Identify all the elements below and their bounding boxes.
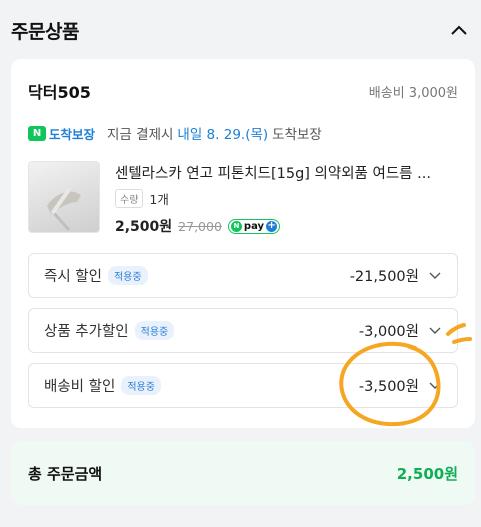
delivery-guarantee-logo: N 도착보장: [28, 124, 95, 143]
order-card: 닥터505 배송비 3,000원 N 도착보장 지금 결제시 내일 8. 29.…: [11, 59, 475, 428]
chevron-up-icon[interactable]: [448, 19, 470, 41]
page-title: 주문상품: [11, 20, 79, 43]
original-price: 27,000: [178, 218, 222, 234]
applied-badge: 적용중: [107, 266, 148, 285]
total-label: 총 주문금액: [28, 464, 103, 483]
npay-label: pay: [243, 220, 265, 232]
plus-icon: +: [266, 220, 278, 232]
quantity-row: 수량 1개: [115, 189, 169, 208]
npay-n-icon: N: [230, 220, 242, 232]
quantity-badge: 수량: [115, 189, 144, 208]
naver-n-icon: N: [28, 125, 46, 141]
total-order-amount: 총 주문금액 2,500원: [11, 441, 475, 505]
product-thumbnail[interactable]: [28, 161, 100, 233]
order-products-header[interactable]: 주문상품: [0, 0, 481, 60]
total-amount: 2,500원: [396, 464, 458, 483]
chevron-down-icon[interactable]: [429, 272, 441, 280]
applied-badge: 적용중: [121, 376, 161, 395]
discount-label: 배송비 할인: [44, 379, 116, 395]
delivery-date: 내일 8. 29.(목): [177, 127, 269, 143]
quantity-value: 1개: [149, 192, 169, 207]
discount-row-shipping[interactable]: 배송비 할인 적용중 -3,500원: [28, 363, 458, 408]
delivery-text: 지금 결제시: [107, 127, 174, 143]
applied-badge: 적용중: [134, 321, 175, 340]
chevron-down-icon[interactable]: [429, 327, 441, 335]
delivery-guarantee: N 도착보장 지금 결제시 내일 8. 29.(목) 도착보장: [28, 123, 326, 143]
product-name[interactable]: 센텔라스카 연고 피톤치드[15g] 의약외품 여드름 ...: [115, 162, 460, 183]
store-name: 닥터505: [28, 83, 91, 102]
discount-amount: -21,500원: [349, 269, 419, 285]
product-item: 센텔라스카 연고 피톤치드[15g] 의약외품 여드름 ... 수량 1개 2,…: [28, 161, 458, 235]
price-row: 2,500원 27,000 N pay +: [115, 216, 281, 236]
discount-amount: -3,000원: [358, 324, 419, 340]
discount-row-extra[interactable]: 상품 추가할인 적용중 -3,000원: [28, 308, 458, 353]
discount-label: 즉시 할인: [44, 269, 102, 285]
delivery-guarantee-logo-label: 도착보장: [49, 126, 96, 142]
store-row: 닥터505 배송비 3,000원: [28, 79, 458, 103]
shipping-fee: 배송비 3,000원: [368, 85, 458, 101]
discount-label: 상품 추가할인: [44, 324, 129, 340]
discount-amount: -3,500원: [358, 379, 419, 395]
chevron-down-icon[interactable]: [429, 382, 441, 390]
delivery-suffix: 도착보장: [272, 127, 322, 143]
discount-row-instant[interactable]: 즉시 할인 적용중 -21,500원: [28, 253, 458, 298]
product-price: 2,500원: [115, 219, 173, 235]
npay-plus-badge: N pay +: [227, 218, 281, 234]
